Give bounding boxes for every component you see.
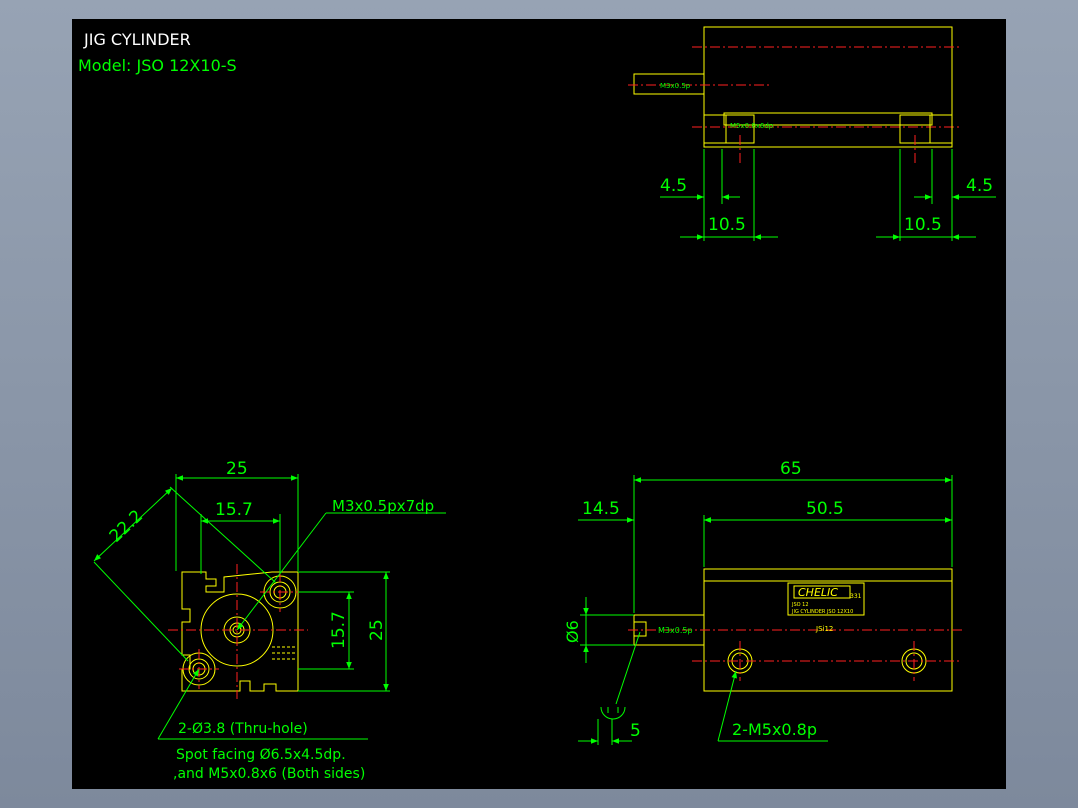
top-view-port-label: M3x0.5p: [660, 82, 691, 90]
end-view-port-callout: M3x0.5px7dp: [332, 497, 434, 515]
end-view-note-line2: Spot facing Ø6.5x4.5dp.: [176, 747, 346, 763]
cad-viewport[interactable]: JIG CYLINDER Model: JSO 12X10-S M3x0.5p …: [72, 19, 1006, 789]
side-view-brand-suffix: 331: [850, 593, 862, 600]
title-block: JIG CYLINDER Model: JSO 12X10-S: [78, 30, 237, 75]
end-view-note-line3: ,and M5x0.8x6 (Both sides): [173, 766, 365, 782]
end-view-dim-inner: 15.7: [215, 500, 253, 520]
side-view-port-label: M3x0.5p: [658, 626, 693, 635]
top-view-dim-right-small: 4.5: [966, 176, 993, 196]
model-number: Model: JSO 12X10-S: [78, 56, 237, 75]
end-view-dim-width: 25: [226, 459, 248, 479]
end-view-dim-diag: 22.2: [106, 506, 147, 546]
end-view-note-line1: 2-Ø3.8 (Thru-hole): [178, 721, 308, 737]
top-view: M3x0.5p M5x0.8x6dp 4.5 10.5 4.5 10.5: [628, 26, 996, 241]
side-view-mount-callout: 2-M5x0.8p: [732, 720, 817, 739]
side-view-dim-rod-dia: Ø6: [563, 620, 582, 643]
drawing-canvas: JIG CYLINDER Model: JSO 12X10-S M3x0.5p …: [78, 26, 996, 782]
end-view-dim-height: 25: [367, 619, 387, 641]
side-view-dim-body: 50.5: [806, 499, 844, 519]
end-view: 25 15.7 22.2 25 15.7 M3x0.5px7dp 2-Ø3.8 …: [93, 459, 446, 782]
side-view-dim-overall: 65: [780, 459, 802, 479]
side-view-label-line1: JSO 12: [791, 602, 809, 608]
side-view-label-model: JSi12: [815, 625, 833, 633]
end-view-dim-height-inner: 15.7: [329, 611, 349, 649]
side-view-dim-front: 14.5: [582, 499, 620, 519]
side-view: M3x0.5p CHELIC 331 JSO 12 JIG CYLINDER J…: [563, 459, 962, 745]
side-view-dim-flats: 5: [630, 721, 641, 741]
top-view-dim-right-large: 10.5: [904, 215, 942, 235]
top-view-dim-left-small: 4.5: [660, 176, 687, 196]
side-view-brand: CHELIC: [798, 586, 838, 599]
drawing-title: JIG CYLINDER: [83, 30, 191, 49]
top-view-inner-port-label: M5x0.8x6dp: [730, 122, 774, 130]
side-view-label-line2: JIG CYLINDER JSO 12X10: [791, 609, 853, 615]
top-view-dim-left-large: 10.5: [708, 215, 746, 235]
